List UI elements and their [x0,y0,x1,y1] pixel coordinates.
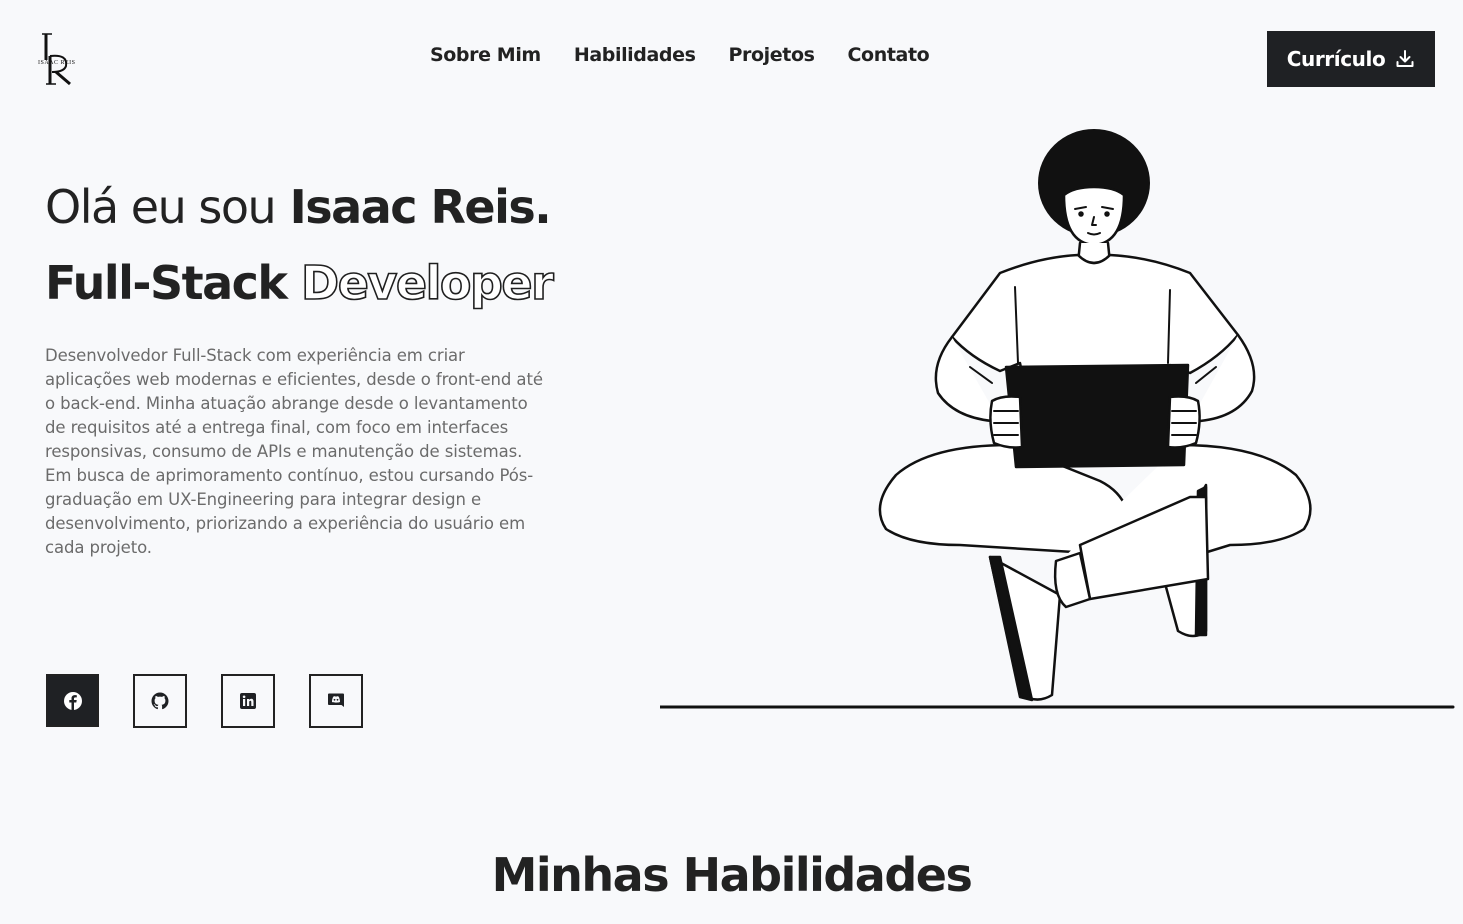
hero-name: Isaac Reis. [289,180,552,234]
skills-title-bold: Habilidades [682,848,973,902]
discord-icon [328,693,344,707]
download-icon [1396,50,1414,67]
site-logo[interactable]: ISAAC REIS [36,30,84,88]
facebook-icon [63,691,82,710]
hero-description: Desenvolvedor Full-Stack com experiência… [45,346,543,557]
person-with-laptop-illustration [658,129,1455,709]
hero-illustration [658,125,1460,715]
github-link[interactable] [133,674,187,728]
hero-role: Full-Stack Developer [45,255,555,311]
hero-greeting: Olá eu sou Isaac Reis. [45,180,552,234]
facebook-link[interactable] [46,674,99,727]
linkedin-icon [240,693,256,709]
skills-section-title: Minhas Habilidades [0,848,1463,902]
role-bold: Full-Stack [45,256,288,310]
role-outline: Developer [300,255,554,311]
cv-button-label: Currículo [1286,47,1386,71]
skills-title-light: Minhas [491,848,670,902]
github-icon [151,692,169,710]
main-nav: Sobre Mim Habilidades Projetos Contato [430,44,930,66]
nav-link-sobre-mim[interactable]: Sobre Mim [430,44,541,66]
greeting-prefix: Olá eu sou [45,180,277,234]
logo-text: ISAAC REIS [38,60,76,66]
download-cv-button[interactable]: Currículo [1267,31,1435,87]
discord-link[interactable] [309,674,363,728]
nav-link-habilidades[interactable]: Habilidades [574,44,696,66]
social-links [46,674,363,728]
logo-monogram-icon [42,33,71,86]
nav-link-projetos[interactable]: Projetos [729,44,815,66]
linkedin-link[interactable] [221,674,275,728]
nav-link-contato[interactable]: Contato [848,44,930,66]
